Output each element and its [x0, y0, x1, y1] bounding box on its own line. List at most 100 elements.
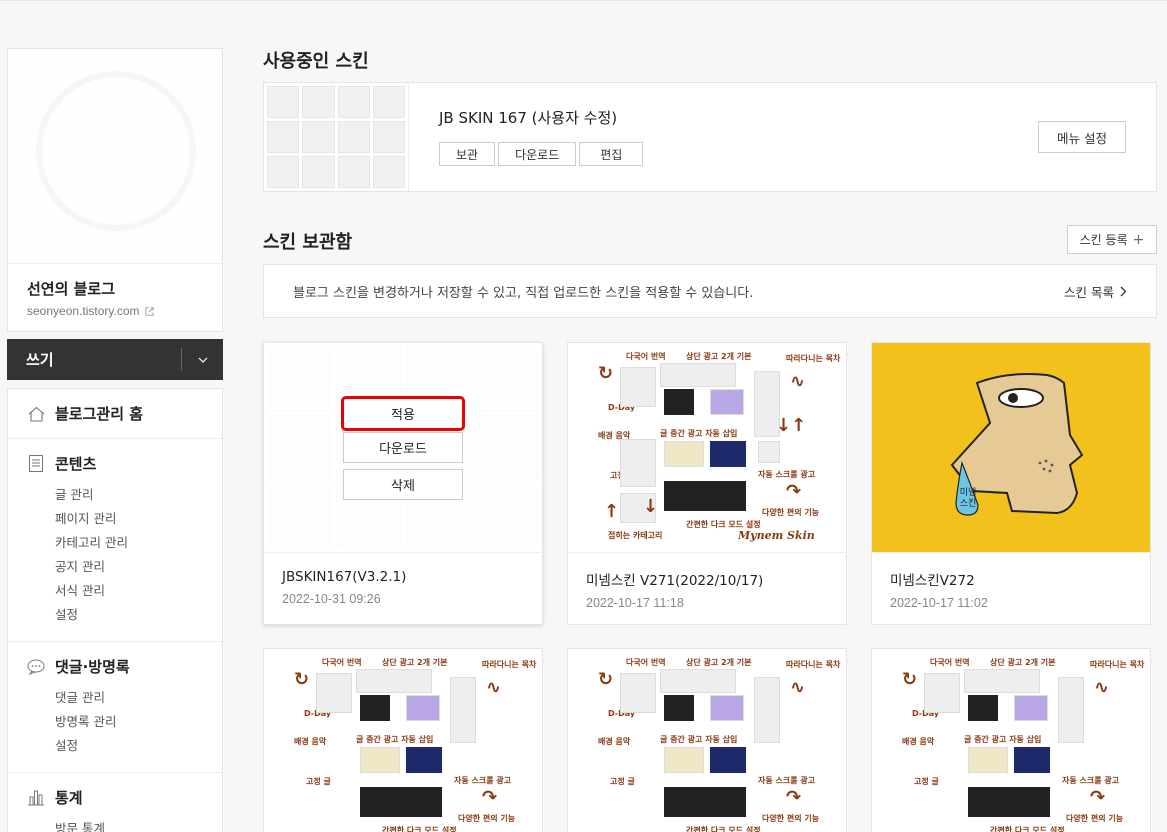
- promo-label: 글 중간 광고 자동 삽입: [660, 429, 738, 438]
- promo-label: 다양한 편의 기능: [458, 814, 516, 823]
- skin-card[interactable]: 다국어 번역 상단 광고 2개 기본 따라다니는 목차 D-Day 배경 음악 …: [567, 342, 847, 625]
- menu-section-stats: 통계 방문 통계: [8, 773, 222, 832]
- skin-thumbnail: 다국어 번역 상단 광고 2개 기본 따라다니는 목차 D-Day 배경 음악 …: [264, 649, 542, 832]
- promo-label: 따라다니는 목차: [482, 660, 537, 669]
- notice-text: 블로그 스킨을 변경하거나 저장할 수 있고, 직접 업로드한 스킨을 적용할 …: [293, 285, 754, 301]
- promo-label: 자동 스크롤 광고: [758, 470, 816, 479]
- edit-button[interactable]: 편집: [579, 142, 644, 166]
- skin-list-link[interactable]: 스킨 목록: [1064, 282, 1127, 301]
- home-icon: [27, 405, 45, 423]
- menu-guestbook-manage[interactable]: 방명록 관리: [55, 710, 203, 734]
- promo-label: 간편한 다크 모드 설정: [990, 826, 1065, 832]
- menu-posts[interactable]: 글 관리: [55, 483, 203, 507]
- promo-label: 고정 글: [306, 777, 331, 786]
- menu-home-label: 블로그관리 홈: [55, 405, 144, 423]
- blog-url-link[interactable]: seonyeon.tistory.com: [27, 304, 203, 318]
- skin-thumbnail: 다국어 번역 상단 광고 2개 기본 따라다니는 목차 D-Day 배경 음악 …: [568, 343, 846, 553]
- menu-pages[interactable]: 페이지 관리: [55, 507, 203, 531]
- skin-list-label: 스킨 목록: [1064, 284, 1114, 300]
- write-label: 쓰기: [26, 351, 54, 369]
- promo-label: 배경 음악: [902, 737, 935, 746]
- skin-card-date: 2022-10-17 11:02: [890, 596, 988, 610]
- skin-card[interactable]: 다국어 번역 상단 광고 2개 기본 따라다니는 목차 D-Day 배경 음악 …: [871, 648, 1151, 832]
- storage-notice: 블로그 스킨을 변경하거나 저장할 수 있고, 직접 업로드한 스킨을 적용할 …: [263, 264, 1157, 318]
- promo-label: 간편한 다크 모드 설정: [382, 826, 457, 832]
- menu-section-home: 블로그관리 홈: [8, 389, 222, 439]
- download-button[interactable]: 다운로드: [498, 142, 577, 166]
- skin-card[interactable]: 미넴 스킨 미넴스킨V272 2022-10-17 11:02: [871, 342, 1151, 625]
- register-skin-label: 스킨 등록: [1079, 233, 1128, 247]
- skin-delete-button[interactable]: 삭제: [343, 469, 463, 500]
- menu-content-settings[interactable]: 설정: [55, 603, 203, 627]
- promo-label: 따라다니는 목차: [786, 354, 841, 363]
- promo-label: 접히는 카테고리: [608, 531, 663, 540]
- external-link-icon: [144, 306, 154, 316]
- promo-label: 다양한 편의 기능: [762, 814, 820, 823]
- skin-card-name: 미넴스킨V272: [890, 573, 975, 589]
- skin-download-button[interactable]: 다운로드: [343, 432, 463, 463]
- promo-label: 다양한 편의 기능: [762, 508, 820, 517]
- skin-card-name: JBSKIN167(V3.2.1): [282, 569, 407, 585]
- mynem-face-illustration: 미넴 스킨: [950, 373, 1084, 516]
- promo-label: 상단 광고 2개 기본: [686, 658, 752, 667]
- promo-label: 글 중간 광고 자동 삽입: [660, 735, 738, 744]
- menu-comments[interactable]: 댓글·방명록: [27, 656, 203, 677]
- current-skin-thumbnail: [264, 83, 409, 191]
- menu-visit-stats[interactable]: 방문 통계: [55, 817, 203, 832]
- promo-label: 상단 광고 2개 기본: [686, 352, 752, 361]
- menu-comment-manage[interactable]: 댓글 관리: [55, 686, 203, 710]
- menu-templates[interactable]: 서식 관리: [55, 579, 203, 603]
- promo-label: 자동 스크롤 광고: [758, 776, 816, 785]
- profile-box: 선연의 블로그 seonyeon.tistory.com: [7, 48, 223, 332]
- face-badge-text: 미넴: [960, 487, 977, 498]
- speech-bubble-icon: [27, 658, 45, 676]
- menu-comments-label: 댓글·방명록: [55, 658, 130, 676]
- promo-label: 자동 스크롤 광고: [1062, 776, 1120, 785]
- promo-label: 다국어 번역: [322, 658, 362, 667]
- menu-section-content: 콘텐츠 글 관리 페이지 관리 카테고리 관리 공지 관리 서식 관리 설정: [8, 439, 222, 642]
- menu-content[interactable]: 콘텐츠: [27, 453, 203, 474]
- register-skin-button[interactable]: 스킨 등록 +: [1067, 225, 1157, 254]
- menu-section-comments: 댓글·방명록 댓글 관리 방명록 관리 설정: [8, 642, 222, 773]
- profile-image[interactable]: [8, 49, 222, 264]
- face-badge-text: 스킨: [960, 498, 977, 509]
- promo-label: 따라다니는 목차: [786, 660, 841, 669]
- skin-card[interactable]: 다국어 번역 상단 광고 2개 기본 따라다니는 목차 D-Day 배경 음악 …: [567, 648, 847, 832]
- promo-label: 간편한 다크 모드 설정: [686, 826, 761, 832]
- current-skin-heading: 사용중인 스킨: [263, 51, 369, 72]
- skin-card[interactable]: 다국어 번역 상단 광고 2개 기본 따라다니는 목차 D-Day 배경 음악 …: [263, 648, 543, 832]
- promo-label: 고정 글: [914, 777, 939, 786]
- menu-categories[interactable]: 카테고리 관리: [55, 531, 203, 555]
- promo-label: 고정 글: [610, 777, 635, 786]
- bar-chart-icon: [27, 789, 45, 807]
- menu-notices[interactable]: 공지 관리: [55, 555, 203, 579]
- promo-label: 다국어 번역: [626, 352, 666, 361]
- chevron-down-icon[interactable]: [181, 348, 223, 371]
- promo-label: 자동 스크롤 광고: [454, 776, 512, 785]
- menu-setting-button[interactable]: 메뉴 설정: [1038, 121, 1126, 153]
- sidebar: 선연의 블로그 seonyeon.tistory.com 쓰기 블로그관리 홈 …: [7, 48, 223, 832]
- current-skin-name: JB SKIN 167 (사용자 수정): [439, 109, 618, 127]
- write-button[interactable]: 쓰기: [7, 339, 223, 380]
- promo-label: 글 중간 광고 자동 삽입: [964, 735, 1042, 744]
- skin-thumbnail: 다국어 번역 상단 광고 2개 기본 따라다니는 목차 D-Day 배경 음악 …: [568, 649, 846, 832]
- top-divider: [0, 0, 1167, 1]
- menu-comment-settings[interactable]: 설정: [55, 734, 203, 758]
- promo-brand: Mynem Skin: [738, 529, 815, 542]
- menu-home[interactable]: 블로그관리 홈: [27, 403, 203, 424]
- promo-label: 상단 광고 2개 기본: [382, 658, 448, 667]
- blog-url-text: seonyeon.tistory.com: [27, 304, 140, 318]
- menu-stats-label: 통계: [55, 789, 83, 807]
- plus-icon: +: [1132, 231, 1145, 248]
- skin-storage-heading: 스킨 보관함: [263, 232, 353, 253]
- promo-label: 다양한 편의 기능: [1066, 814, 1124, 823]
- menu-stats[interactable]: 통계: [27, 787, 203, 808]
- apply-button[interactable]: 적용: [341, 396, 465, 431]
- store-button[interactable]: 보관: [439, 142, 496, 166]
- chevron-right-icon: [1120, 286, 1127, 296]
- promo-label: 다국어 번역: [930, 658, 970, 667]
- skin-card[interactable]: 적용 다운로드 삭제 JBSKIN167(V3.2.1) 2022-10-31 …: [263, 342, 543, 625]
- blog-name[interactable]: 선연의 블로그: [27, 278, 203, 299]
- menu-content-label: 콘텐츠: [55, 455, 97, 473]
- skin-card-name: 미넴스킨 V271(2022/10/17): [586, 573, 764, 589]
